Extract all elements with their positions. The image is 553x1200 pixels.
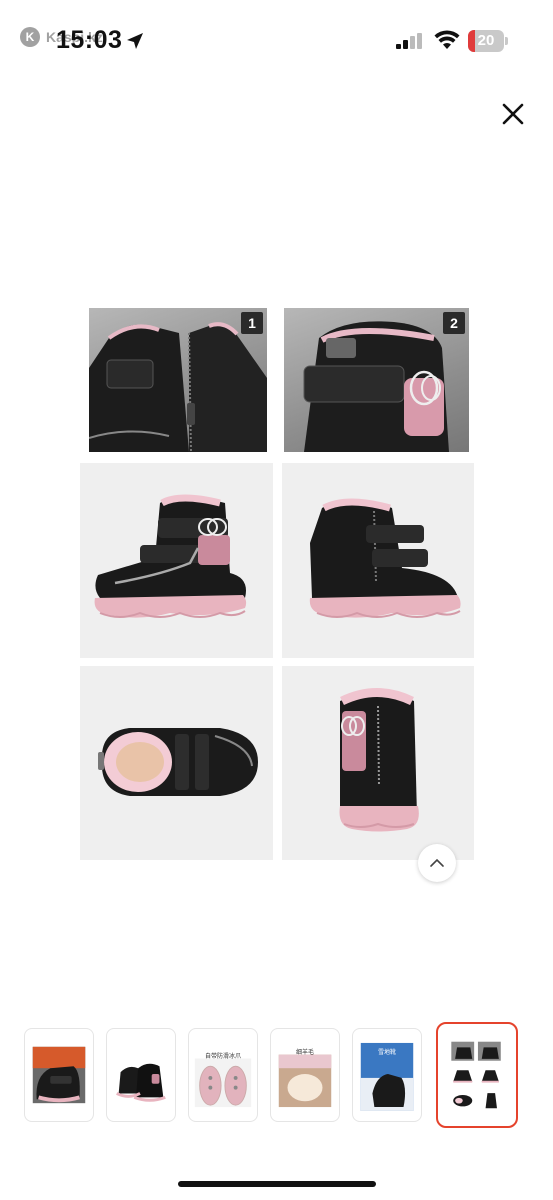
panel-number-badge: 1	[241, 312, 263, 334]
boot-back-illustration	[339, 688, 419, 832]
wifi-icon	[434, 30, 460, 49]
thumbnail-snow-image	[360, 1042, 414, 1111]
chevron-up-icon	[430, 858, 444, 867]
status-bar: K Kaspi.kz 15:03 20	[0, 0, 553, 80]
thumbnail-item[interactable]: 雪地靴	[352, 1028, 422, 1122]
photo-panel-zipper-closeup: 1	[89, 308, 267, 452]
boot-side-illustration	[94, 494, 247, 618]
thumbnail-item[interactable]	[106, 1028, 176, 1122]
home-indicator[interactable]	[178, 1181, 376, 1187]
photo-panel-heel-closeup: 2	[284, 308, 469, 452]
thumbnail-item[interactable]: 细羊毛	[270, 1028, 340, 1122]
boot-heel-illustration	[303, 321, 449, 452]
thumbnail-strip: 自带防滑冰爪 细羊毛 雪地靴	[0, 1020, 553, 1130]
thumbnail-item-selected[interactable]	[436, 1022, 518, 1128]
photo-panel-side-view	[80, 463, 273, 658]
thumbnail-collage-image	[451, 1041, 501, 1109]
boot-top-illustration	[98, 728, 258, 796]
image-viewer-screen: K Kaspi.kz 15:03 20 1 2 自带防滑冰爪 细羊毛 雪地靴	[0, 0, 553, 1200]
status-time: 15:03	[56, 26, 123, 54]
kaspi-logo-icon: K	[20, 27, 40, 47]
product-image[interactable]: 1 2	[80, 305, 474, 860]
close-icon[interactable]	[496, 97, 530, 131]
thumbnail-caption: 雪地靴	[377, 1049, 396, 1056]
thumbnail-sole-image	[194, 1058, 252, 1108]
photo-panel-back-view	[282, 666, 474, 860]
panel-number-badge: 2	[443, 312, 465, 334]
battery-level: 20	[477, 32, 495, 49]
photo-panel-inner-side-view	[282, 463, 474, 658]
thumbnail-boot-front-image	[32, 1046, 86, 1104]
thumbnail-caption: 自带防滑冰爪	[204, 1053, 241, 1060]
battery-indicator: 20	[468, 30, 508, 52]
boot-inner-side-illustration	[309, 498, 461, 618]
photo-panel-top-view	[80, 666, 273, 860]
thumbnail-item[interactable]: 自带防滑冰爪	[188, 1028, 258, 1122]
thumbnail-boot-pair-image	[116, 1063, 166, 1102]
thumbnail-item[interactable]	[24, 1028, 94, 1122]
scroll-to-top-button[interactable]	[418, 844, 456, 882]
location-arrow-icon	[127, 33, 143, 49]
thumbnail-lining-image	[278, 1054, 332, 1108]
thumbnail-caption: 细羊毛	[295, 1049, 314, 1056]
cellular-signal-icon	[396, 33, 422, 49]
